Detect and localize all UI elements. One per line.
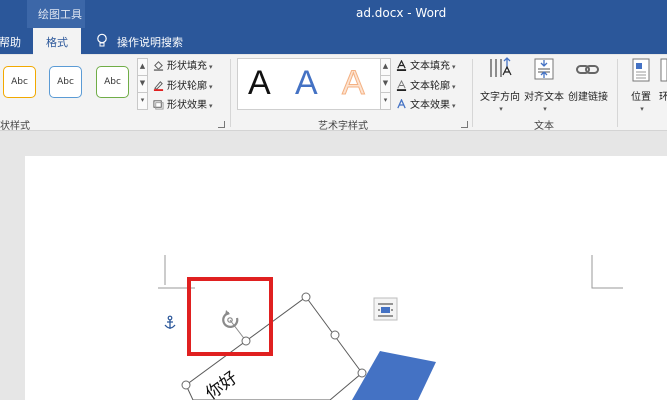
anchor-icon	[164, 315, 176, 329]
rotate-handle-icon[interactable]	[222, 310, 239, 328]
crop-mark-right	[591, 255, 623, 289]
resize-handle-top-middle[interactable]	[241, 336, 251, 346]
layout-options-icon[interactable]	[373, 297, 398, 321]
resize-handle-right[interactable]	[357, 368, 367, 378]
page-drawing-layer: 你好	[158, 255, 623, 400]
resize-handle-left[interactable]	[181, 380, 191, 390]
resize-handle-top[interactable]	[301, 292, 311, 302]
resize-handle-right-middle[interactable]	[330, 330, 340, 340]
